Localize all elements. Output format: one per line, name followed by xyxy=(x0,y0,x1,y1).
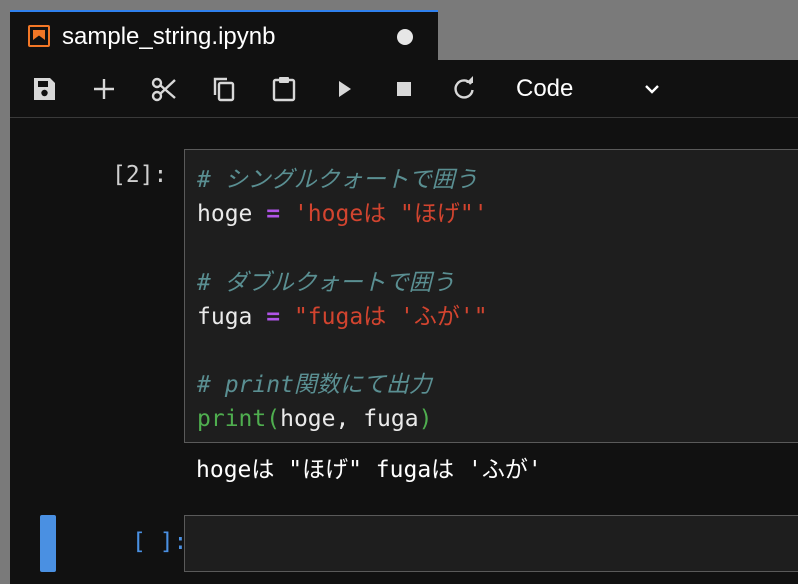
restart-icon[interactable] xyxy=(449,74,479,104)
save-icon[interactable] xyxy=(29,74,59,104)
active-cell-indicator xyxy=(40,515,56,572)
code-token-comment: # シングルクォートで囲う xyxy=(197,167,478,193)
sidebar-strip xyxy=(0,60,10,584)
code-token-op: = xyxy=(266,201,281,228)
code-token-plain: fuga xyxy=(197,303,267,330)
code-token-builtin: print xyxy=(197,406,267,433)
empty-cell-prompt: [ ]: xyxy=(132,529,188,555)
unsaved-dot-icon[interactable] xyxy=(397,29,413,45)
code-token-paren: ( xyxy=(266,406,281,433)
empty-code-cell-editor[interactable] xyxy=(184,515,798,572)
add-icon[interactable] xyxy=(89,74,119,104)
code-token-str: 'hogeは "ほげ"' xyxy=(280,201,488,228)
tab-title: sample_string.ipynb xyxy=(62,23,276,50)
code-token-paren: ) xyxy=(418,406,433,433)
input-prompt: [2]: xyxy=(112,162,168,188)
tab-bar: sample_string.ipynb xyxy=(0,0,798,60)
paste-icon[interactable] xyxy=(269,74,299,104)
code-text[interactable]: # シングルクォートで囲う hoge = 'hogeは "ほげ"' # ダブルク… xyxy=(197,163,488,437)
cell-output: hogeは "ほげ" fugaは 'ふが' xyxy=(196,457,542,483)
cell-type-label: Code xyxy=(516,75,574,102)
copy-icon[interactable] xyxy=(209,74,239,104)
run-icon[interactable] xyxy=(329,74,359,104)
cut-icon[interactable] xyxy=(149,74,179,104)
code-token-comment: # print関数にて出力 xyxy=(197,372,432,399)
code-token-plain: hoge, fuga xyxy=(280,406,419,433)
chevron-down-icon xyxy=(640,77,664,101)
notebook-toolbar: Code xyxy=(10,60,798,118)
notebook-tab[interactable]: sample_string.ipynb xyxy=(10,10,438,60)
stop-icon[interactable] xyxy=(389,74,419,104)
code-token-comment: # ダブルクォートで囲う xyxy=(197,269,455,296)
code-cell-editor[interactable]: # シングルクォートで囲う hoge = 'hogeは "ほげ"' # ダブルク… xyxy=(184,149,798,443)
code-token-str: "fugaは 'ふが'" xyxy=(280,303,488,330)
code-token-op: = xyxy=(266,303,281,330)
cell-type-select[interactable]: Code xyxy=(516,72,686,106)
code-token-plain: hoge xyxy=(197,201,267,228)
notebook-icon xyxy=(28,25,50,47)
